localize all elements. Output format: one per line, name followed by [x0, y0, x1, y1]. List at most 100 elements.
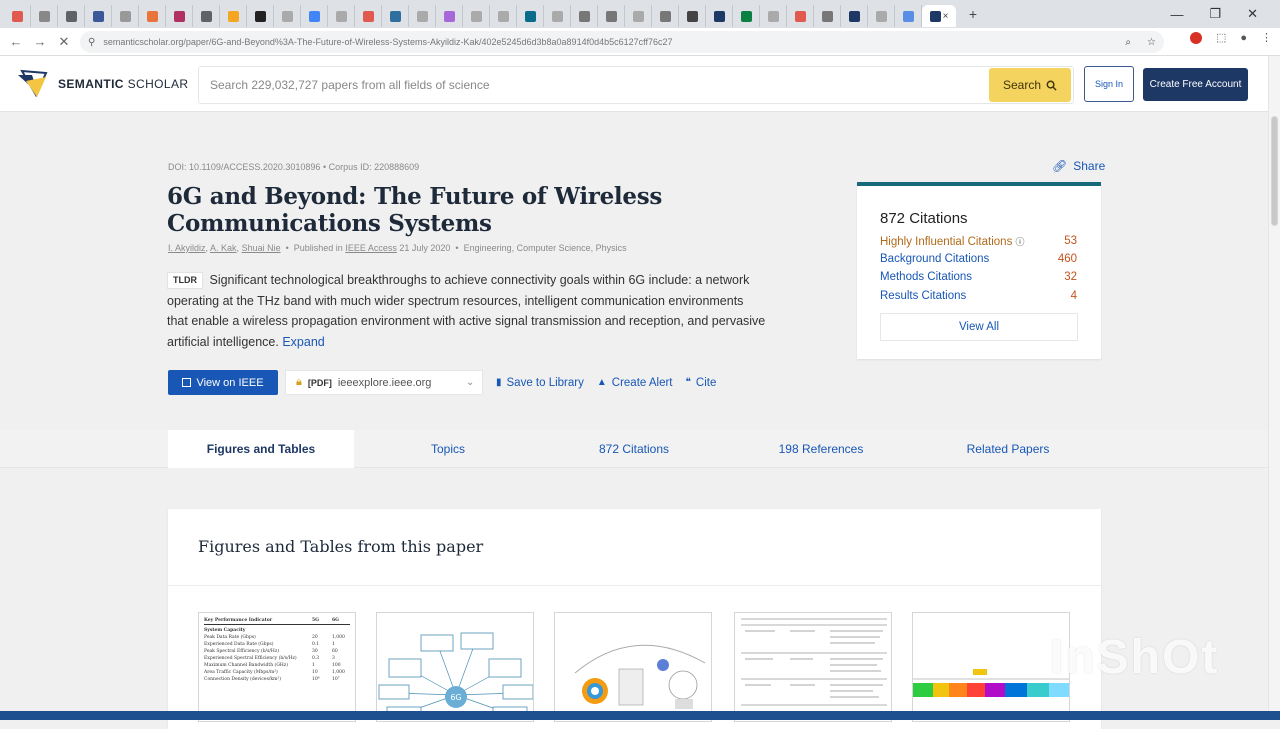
tab-favicon-icon: [92, 10, 104, 22]
citation-row-methods[interactable]: Methods Citations 32: [880, 271, 1077, 283]
browser-tab[interactable]: [760, 5, 787, 27]
browser-tab[interactable]: [382, 5, 409, 27]
browser-tab[interactable]: [193, 5, 220, 27]
browser-menu-icon[interactable]: ⋮: [1261, 31, 1272, 44]
scrollbar-thumb[interactable]: [1271, 116, 1278, 226]
browser-tab[interactable]: [463, 5, 490, 27]
figure-thumbnail-table-1[interactable]: Key Performance Indicator 5G 6G System Cap…: [198, 612, 356, 722]
divider: [168, 585, 1101, 586]
maximize-icon[interactable]: ❐: [1209, 6, 1221, 22]
browser-tab[interactable]: [895, 5, 922, 27]
tab-figures-and-tables[interactable]: Figures and Tables: [168, 430, 354, 468]
close-tab-icon[interactable]: ×: [943, 11, 949, 22]
close-window-icon[interactable]: ✕: [1247, 6, 1258, 22]
browser-tab[interactable]: [220, 5, 247, 27]
tab-favicon-icon: [794, 10, 806, 22]
browser-tab[interactable]: [841, 5, 868, 27]
share-button[interactable]: 🔗︎ Share: [1052, 159, 1105, 173]
figure-thumbnail-diagram[interactable]: 6G: [376, 612, 534, 722]
search-input[interactable]: Search 229,032,727 papers from all field…: [199, 78, 989, 92]
browser-tab-active[interactable]: ×: [922, 5, 956, 27]
browser-tab[interactable]: [517, 5, 544, 27]
extension-icon[interactable]: [1189, 31, 1202, 44]
minimize-icon[interactable]: —: [1170, 7, 1183, 22]
bell-icon: ▲: [596, 377, 607, 388]
stop-loading-icon[interactable]: ✕: [52, 34, 76, 50]
browser-tab[interactable]: [247, 5, 274, 27]
browser-tab[interactable]: [868, 5, 895, 27]
search-button[interactable]: Search: [989, 68, 1071, 102]
pdf-source-dropdown[interactable]: 🔒︎ [PDF] ieeexplore.ieee.org ⌄: [285, 370, 483, 395]
page-scrollbar[interactable]: [1268, 56, 1280, 720]
browser-tab[interactable]: [625, 5, 652, 27]
browser-tab[interactable]: [274, 5, 301, 27]
create-account-button[interactable]: Create Free Account: [1143, 68, 1248, 101]
tldr-summary: TLDR Significant technological breakthro…: [167, 270, 767, 352]
create-alert-button[interactable]: ▲ Create Alert: [597, 377, 673, 389]
browser-tab[interactable]: [814, 5, 841, 27]
link-icon: 🔗︎: [1052, 159, 1068, 173]
site-info-icon[interactable]: ⚲: [88, 37, 95, 48]
venue-link[interactable]: IEEE Access: [345, 243, 397, 253]
view-all-citations-button[interactable]: View All: [880, 313, 1078, 341]
tab-favicon-icon: [659, 10, 671, 22]
semantic-scholar-logo[interactable]: SEMANTIC SCHOLAR: [16, 69, 188, 99]
browser-tab[interactable]: [166, 5, 193, 27]
tab-related-papers[interactable]: Related Papers: [915, 430, 1101, 468]
browser-tab[interactable]: [85, 5, 112, 27]
tab-topics[interactable]: Topics: [355, 430, 541, 468]
citation-row-background[interactable]: Background Citations 460: [880, 253, 1077, 265]
browser-tab[interactable]: [31, 5, 58, 27]
author-link[interactable]: I. Akyildiz: [168, 243, 206, 253]
browser-tab[interactable]: [544, 5, 571, 27]
extensions-puzzle-icon[interactable]: ⬚: [1216, 31, 1226, 44]
new-tab-icon[interactable]: +: [962, 6, 984, 22]
forward-icon[interactable]: →: [28, 34, 52, 49]
view-on-ieee-button[interactable]: View on IEEE: [168, 370, 278, 395]
tab-favicon-icon: [389, 10, 401, 22]
author-link[interactable]: Shuai Nie: [242, 243, 281, 253]
browser-tab-strip: × +: [0, 0, 1280, 28]
browser-tab[interactable]: [733, 5, 760, 27]
profile-icon[interactable]: ●: [1240, 32, 1247, 44]
figure-thumbnail-table-2[interactable]: [734, 612, 892, 722]
figure-thumbnail-spectrum[interactable]: [912, 612, 1070, 722]
tab-favicon-icon: [497, 10, 509, 22]
browser-tab[interactable]: [58, 5, 85, 27]
browser-tab[interactable]: [328, 5, 355, 27]
back-icon[interactable]: ←: [4, 34, 28, 49]
cite-button[interactable]: ❝ Cite: [686, 377, 717, 389]
paper-actions: View on IEEE 🔒︎ [PDF] ieeexplore.ieee.or…: [168, 370, 716, 395]
author-link[interactable]: A. Kak: [210, 243, 237, 253]
quote-icon: ❝: [685, 377, 691, 388]
browser-tab[interactable]: [787, 5, 814, 27]
browser-tab[interactable]: [4, 5, 31, 27]
browser-tab[interactable]: [112, 5, 139, 27]
citation-row-highly-influential[interactable]: Highly Influential Citations ⓘ 53: [880, 235, 1077, 248]
browser-tab[interactable]: [490, 5, 517, 27]
bookmark-star-icon[interactable]: ☆: [1147, 37, 1156, 48]
browser-tab[interactable]: [355, 5, 382, 27]
tab-references[interactable]: 198 References: [728, 430, 914, 468]
browser-tab[interactable]: [571, 5, 598, 27]
browser-tab[interactable]: [139, 5, 166, 27]
browser-tab[interactable]: [598, 5, 625, 27]
browser-tab[interactable]: [301, 5, 328, 27]
expand-link[interactable]: Expand: [282, 335, 324, 349]
browser-tab[interactable]: [652, 5, 679, 27]
figure-thumbnail-illustration[interactable]: [554, 612, 712, 722]
browser-tab[interactable]: [679, 5, 706, 27]
brand-name: SEMANTIC SCHOLAR: [58, 76, 189, 91]
tab-citations[interactable]: 872 Citations: [541, 430, 727, 468]
tab-favicon-icon: [524, 10, 536, 22]
browser-tab[interactable]: [706, 5, 733, 27]
save-to-library-button[interactable]: ▮ Save to Library: [496, 377, 584, 389]
citation-row-results[interactable]: Results Citations 4: [880, 290, 1077, 302]
publication-date: 21 July 2020: [399, 243, 451, 253]
browser-tab[interactable]: [436, 5, 463, 27]
zoom-icon[interactable]: ⌕: [1125, 37, 1131, 48]
url-field[interactable]: ⚲ semanticscholar.org/paper/6G-and-Beyon…: [80, 31, 1164, 53]
tab-favicon-icon: [875, 10, 887, 22]
sign-in-button[interactable]: Sign In: [1084, 66, 1134, 102]
browser-tab[interactable]: [409, 5, 436, 27]
